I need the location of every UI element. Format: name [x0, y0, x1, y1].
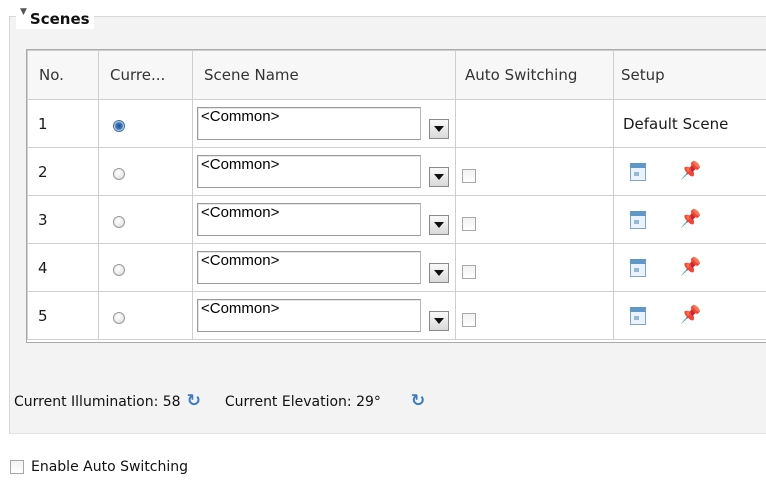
setup-actions: 📌 — [615, 162, 766, 181]
table-row: 4 <Common> 📌 — [27, 243, 766, 292]
auto-switching-checkbox[interactable] — [462, 264, 476, 279]
auto-switching-checkbox[interactable] — [462, 168, 476, 183]
auto-switching-cell — [455, 147, 614, 196]
collapse-triangle-icon[interactable]: ▼ — [20, 7, 27, 17]
auto-switching-checkbox[interactable] — [462, 216, 476, 231]
table-row: 3 <Common> 📌 — [27, 195, 766, 244]
setup-cell: 📌 — [613, 147, 766, 196]
scene-name-cell: <Common> — [192, 243, 456, 292]
current-cell — [98, 99, 193, 148]
scene-name-value[interactable]: <Common> — [197, 106, 421, 140]
scene-number: 1 — [27, 99, 99, 148]
setup-cell: 📌 — [613, 291, 766, 340]
calendar-icon[interactable] — [630, 210, 646, 229]
table-header-row: No. Curre... Scene Name Auto Switching S… — [27, 50, 766, 100]
auto-switching-checkbox[interactable] — [462, 312, 476, 327]
scenes-legend[interactable]: ▼ Scenes — [16, 5, 94, 29]
scenes-table: No. Curre... Scene Name Auto Switching S… — [26, 49, 766, 343]
current-cell — [98, 147, 193, 196]
setup-default-scene-text: Default Scene — [613, 99, 766, 148]
scene-number: 3 — [27, 195, 99, 244]
setup-cell: 📌 — [613, 243, 766, 292]
scene-name-select[interactable]: <Common> — [197, 154, 451, 189]
setup-actions: 📌 — [615, 210, 766, 229]
dropdown-arrow-icon[interactable] — [429, 118, 449, 139]
auto-switching-cell — [455, 99, 614, 148]
setup-actions: 📌 — [615, 306, 766, 325]
table-row: 5 <Common> 📌 — [27, 291, 766, 340]
enable-auto-switching-checkbox[interactable] — [10, 460, 24, 474]
pin-icon[interactable]: 📌 — [680, 307, 701, 324]
enable-auto-switching-label: Enable Auto Switching — [31, 459, 189, 475]
pin-icon[interactable]: 📌 — [680, 163, 701, 180]
scene-name-cell: <Common> — [192, 99, 456, 148]
scene-number: 2 — [27, 147, 99, 196]
scene-name-select[interactable]: <Common> — [197, 202, 451, 237]
col-header-current[interactable]: Curre... — [98, 50, 193, 100]
enable-auto-switching-row[interactable]: Enable Auto Switching — [10, 459, 188, 475]
col-header-no[interactable]: No. — [27, 50, 99, 100]
current-scene-radio[interactable] — [113, 263, 125, 276]
dropdown-arrow-icon[interactable] — [429, 310, 449, 331]
setup-actions: 📌 — [615, 258, 766, 277]
calendar-icon[interactable] — [630, 162, 646, 181]
dropdown-arrow-icon[interactable] — [429, 214, 449, 235]
scene-name-select[interactable]: <Common> — [197, 298, 451, 333]
scene-name-select[interactable]: <Common> — [197, 250, 451, 285]
col-header-scene-name[interactable]: Scene Name — [192, 50, 456, 100]
scene-number: 4 — [27, 243, 99, 292]
current-cell — [98, 195, 193, 244]
scene-name-cell: <Common> — [192, 291, 456, 340]
calendar-icon[interactable] — [630, 258, 646, 277]
current-scene-radio[interactable] — [113, 215, 125, 228]
current-cell — [98, 291, 193, 340]
scene-name-value[interactable]: <Common> — [197, 298, 421, 332]
scene-name-value[interactable]: <Common> — [197, 250, 421, 284]
current-scene-radio[interactable] — [113, 311, 125, 324]
current-elevation-label: Current Elevation: 29° — [224, 393, 381, 410]
scene-name-value[interactable]: <Common> — [197, 202, 421, 236]
auto-switching-cell — [455, 195, 614, 244]
auto-switching-cell — [455, 243, 614, 292]
auto-switching-cell — [455, 291, 614, 340]
current-cell — [98, 243, 193, 292]
current-scene-radio[interactable] — [113, 119, 125, 132]
scene-name-cell: <Common> — [192, 195, 456, 244]
table-row: 2 <Common> 📌 — [27, 147, 766, 196]
scene-name-value[interactable]: <Common> — [197, 154, 421, 188]
col-header-setup[interactable]: Setup — [613, 50, 766, 100]
dropdown-arrow-icon[interactable] — [429, 262, 449, 283]
table-row: 1 <Common> Default Scene — [27, 99, 766, 148]
col-header-auto-switching[interactable]: Auto Switching — [455, 50, 614, 100]
pin-icon[interactable]: 📌 — [680, 211, 701, 228]
setup-cell: 📌 — [613, 195, 766, 244]
current-scene-radio[interactable] — [113, 167, 125, 180]
dropdown-arrow-icon[interactable] — [429, 166, 449, 187]
current-illumination-label: Current Illumination: 58 — [14, 393, 181, 410]
status-row: Current Illumination: 58 ↻ Current Eleva… — [14, 393, 425, 410]
scene-name-cell: <Common> — [192, 147, 456, 196]
refresh-elevation-icon[interactable]: ↻ — [411, 393, 425, 410]
scenes-title: Scenes — [29, 10, 90, 28]
scene-number: 5 — [27, 291, 99, 340]
calendar-icon[interactable] — [630, 306, 646, 325]
refresh-illumination-icon[interactable]: ↻ — [187, 393, 201, 410]
scene-name-select[interactable]: <Common> — [197, 106, 451, 141]
pin-icon[interactable]: 📌 — [680, 259, 701, 276]
